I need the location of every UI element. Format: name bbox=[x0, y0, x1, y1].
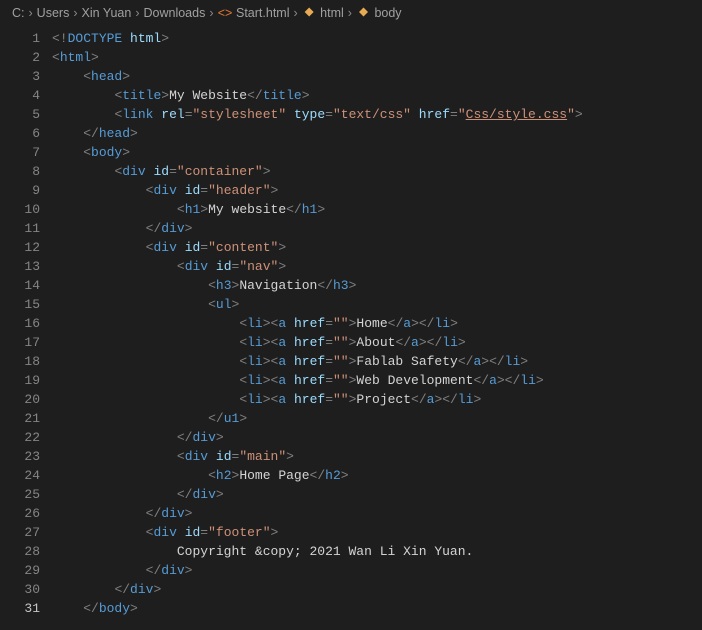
code-line[interactable]: <!DOCTYPE html> bbox=[52, 29, 702, 48]
chevron-right-icon: › bbox=[348, 6, 352, 20]
line-number: 17 bbox=[0, 333, 40, 352]
code-line[interactable]: </u1> bbox=[52, 409, 702, 428]
breadcrumb-seg[interactable]: Users bbox=[37, 6, 70, 20]
line-number: 9 bbox=[0, 181, 40, 200]
code-line[interactable]: <ul> bbox=[52, 295, 702, 314]
breadcrumb-seg[interactable]: C: bbox=[12, 6, 25, 20]
line-number: 7 bbox=[0, 143, 40, 162]
line-number: 18 bbox=[0, 352, 40, 371]
line-number: 24 bbox=[0, 466, 40, 485]
code-line[interactable]: </div> bbox=[52, 485, 702, 504]
line-number: 28 bbox=[0, 542, 40, 561]
line-number: 25 bbox=[0, 485, 40, 504]
chevron-right-icon: › bbox=[73, 6, 77, 20]
code-line[interactable]: <h1>My website</h1> bbox=[52, 200, 702, 219]
code-line[interactable]: <li><a href="">Fablab Safety</a></li> bbox=[52, 352, 702, 371]
line-number: 10 bbox=[0, 200, 40, 219]
line-number: 30 bbox=[0, 580, 40, 599]
chevron-right-icon: › bbox=[135, 6, 139, 20]
code-line[interactable]: <li><a href="">Home</a></li> bbox=[52, 314, 702, 333]
chevron-right-icon: › bbox=[209, 6, 213, 20]
code-line[interactable]: Copyright &copy; 2021 Wan Li Xin Yuan. bbox=[52, 542, 702, 561]
line-number: 16 bbox=[0, 314, 40, 333]
code-line[interactable]: <li><a href="">About</a></li> bbox=[52, 333, 702, 352]
code-line[interactable]: <h3>Navigation</h3> bbox=[52, 276, 702, 295]
line-number: 22 bbox=[0, 428, 40, 447]
breadcrumb[interactable]: C:› Users› Xin Yuan› Downloads› <> Start… bbox=[0, 0, 702, 27]
code-line[interactable]: <h2>Home Page</h2> bbox=[52, 466, 702, 485]
code-line[interactable]: </div> bbox=[52, 219, 702, 238]
line-number: 3 bbox=[0, 67, 40, 86]
breadcrumb-seg[interactable]: Downloads bbox=[144, 6, 206, 20]
line-number: 20 bbox=[0, 390, 40, 409]
line-number: 1 bbox=[0, 29, 40, 48]
code-editor[interactable]: 1234567891011121314151617181920212223242… bbox=[0, 27, 702, 618]
code-line[interactable]: </body> bbox=[52, 599, 702, 618]
code-line[interactable]: <head> bbox=[52, 67, 702, 86]
breadcrumb-seg[interactable]: body bbox=[374, 6, 401, 20]
line-number: 31 bbox=[0, 599, 40, 618]
symbol-tag-icon: ⯁ bbox=[302, 6, 317, 21]
line-number: 13 bbox=[0, 257, 40, 276]
code-line[interactable]: <div id="footer"> bbox=[52, 523, 702, 542]
line-number: 11 bbox=[0, 219, 40, 238]
code-line[interactable]: </div> bbox=[52, 504, 702, 523]
line-number: 4 bbox=[0, 86, 40, 105]
breadcrumb-seg[interactable]: html bbox=[320, 6, 344, 20]
code-line[interactable]: <link rel="stylesheet" type="text/css" h… bbox=[52, 105, 702, 124]
line-number: 6 bbox=[0, 124, 40, 143]
line-number: 15 bbox=[0, 295, 40, 314]
code-line[interactable]: <title>My Website</title> bbox=[52, 86, 702, 105]
code-line[interactable]: <div id="container"> bbox=[52, 162, 702, 181]
code-line[interactable]: <body> bbox=[52, 143, 702, 162]
line-number: 14 bbox=[0, 276, 40, 295]
breadcrumb-seg[interactable]: Xin Yuan bbox=[82, 6, 132, 20]
line-number: 27 bbox=[0, 523, 40, 542]
chevron-right-icon: › bbox=[29, 6, 33, 20]
chevron-right-icon: › bbox=[294, 6, 298, 20]
line-number: 23 bbox=[0, 447, 40, 466]
line-number: 5 bbox=[0, 105, 40, 124]
code-line[interactable]: </head> bbox=[52, 124, 702, 143]
code-line[interactable]: </div> bbox=[52, 580, 702, 599]
line-number: 21 bbox=[0, 409, 40, 428]
html-file-icon: <> bbox=[218, 6, 233, 20]
line-gutter: 1234567891011121314151617181920212223242… bbox=[0, 27, 52, 618]
code-line[interactable]: <div id="main"> bbox=[52, 447, 702, 466]
line-number: 8 bbox=[0, 162, 40, 181]
breadcrumb-seg[interactable]: Start.html bbox=[236, 6, 290, 20]
code-content[interactable]: <!DOCTYPE html><html> <head> <title>My W… bbox=[52, 27, 702, 618]
line-number: 19 bbox=[0, 371, 40, 390]
line-number: 2 bbox=[0, 48, 40, 67]
line-number: 12 bbox=[0, 238, 40, 257]
code-line[interactable]: <div id="content"> bbox=[52, 238, 702, 257]
code-line[interactable]: </div> bbox=[52, 561, 702, 580]
line-number: 26 bbox=[0, 504, 40, 523]
code-line[interactable]: </div> bbox=[52, 428, 702, 447]
code-line[interactable]: <li><a href="">Project</a></li> bbox=[52, 390, 702, 409]
code-line[interactable]: <div id="header"> bbox=[52, 181, 702, 200]
code-line[interactable]: <div id="nav"> bbox=[52, 257, 702, 276]
symbol-tag-icon: ⯁ bbox=[356, 6, 371, 21]
line-number: 29 bbox=[0, 561, 40, 580]
code-line[interactable]: <html> bbox=[52, 48, 702, 67]
code-line[interactable]: <li><a href="">Web Development</a></li> bbox=[52, 371, 702, 390]
